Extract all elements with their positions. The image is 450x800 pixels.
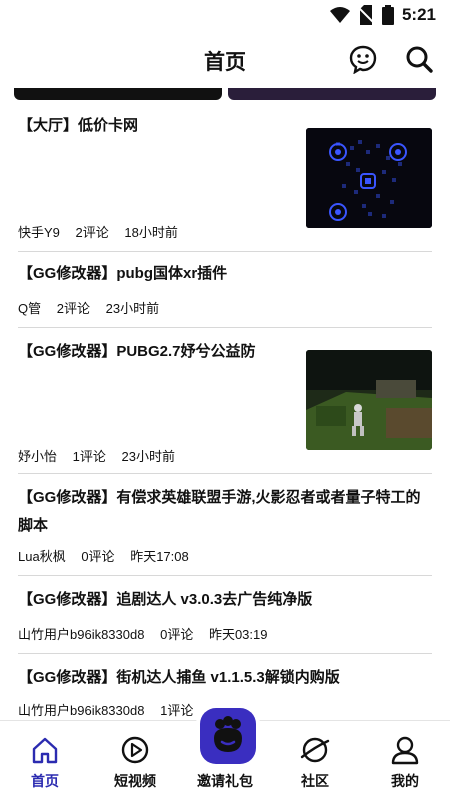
post-comments: 1评论 [72, 449, 106, 464]
status-bar: 5:21 [0, 0, 450, 32]
post-author: Q管 [18, 301, 42, 316]
planet-icon [300, 737, 330, 763]
post-time: 23小时前 [105, 301, 160, 316]
post-time: 昨天17:08 [130, 549, 189, 564]
post-time: 昨天03:19 [208, 627, 268, 642]
banner-carousel[interactable] [0, 88, 450, 102]
post-title: 【GG修改器】PUBG2.7妤兮公益防 [18, 343, 256, 360]
post-meta: 快手Y9 2评论 18小时前 [18, 222, 190, 241]
post-author: 山竹用户b96ik8330d8 [18, 627, 145, 642]
post-author: 妤小怡 [18, 449, 58, 464]
tab-label: 社区 [301, 773, 329, 789]
page-title: 首页 [204, 51, 246, 74]
post-comments: 0评论 [81, 549, 115, 564]
header: 首页 [0, 32, 450, 88]
battery-icon [381, 5, 394, 25]
tab-profile[interactable]: 我的 [360, 721, 450, 800]
status-time: 5:21 [401, 5, 436, 24]
tab-community[interactable]: 社区 [270, 721, 360, 800]
post-title: 【GG修改器】追剧达人 v3.0.3去广告纯净版 [18, 591, 313, 608]
play-icon [121, 736, 149, 764]
tab-label: 短视频 [114, 773, 156, 789]
post-item[interactable]: 【GG修改器】追剧达人 v3.0.3去广告纯净版 山竹用户b96ik8330d8… [18, 576, 432, 654]
banner-right[interactable] [228, 88, 436, 100]
post-meta: 山竹用户b96ik8330d8 0评论 昨天03:19 [18, 624, 280, 643]
post-title: 【GG修改器】街机达人捕鱼 v1.1.5.3解锁内购版 [18, 669, 340, 686]
status-icons: 5:21 [329, 5, 436, 25]
tab-home[interactable]: 首页 [0, 721, 90, 800]
wifi-icon [329, 7, 350, 23]
post-comments: 0评论 [160, 627, 194, 642]
post-author: 山竹用户b96ik8330d8 [18, 703, 145, 718]
post-thumbnail[interactable] [306, 350, 432, 450]
search-icon[interactable] [404, 44, 434, 74]
tab-label: 我的 [391, 773, 419, 789]
post-meta: Lua秋枫 0评论 昨天17:08 [18, 546, 201, 565]
post-title: 【GG修改器】pubg国体xr插件 [18, 265, 228, 282]
post-item[interactable]: 【GG修改器】PUBG2.7妤兮公益防 妤小怡 1评论 23小时前 [18, 328, 432, 474]
chat-bubble-icon[interactable] [348, 44, 378, 74]
tab-short-video[interactable]: 短视频 [90, 721, 180, 800]
post-item[interactable]: 【大厅】低价卡网 快手Y9 2评论 18小时前 [18, 112, 432, 252]
gift-icon [214, 716, 242, 752]
user-icon [391, 736, 419, 765]
no-sim-icon [357, 5, 374, 25]
post-time: 18小时前 [124, 225, 178, 240]
invite-gift-button[interactable] [200, 708, 256, 764]
tab-label: 首页 [31, 773, 59, 789]
banner-left[interactable] [14, 88, 222, 100]
post-author: 快手Y9 [18, 225, 60, 240]
post-thumbnail[interactable] [306, 128, 432, 228]
post-meta: 妤小怡 1评论 23小时前 [18, 446, 187, 465]
post-meta: 山竹用户b96ik8330d8 1评论 [18, 700, 217, 719]
post-title: 【大厅】低价卡网 [18, 117, 139, 134]
tab-label: 邀请礼包 [197, 773, 253, 789]
post-comments: 2评论 [75, 225, 109, 240]
post-time: 23小时前 [121, 449, 175, 464]
home-icon [32, 737, 58, 764]
qr-code-image [306, 128, 432, 228]
post-item[interactable]: 【GG修改器】pubg国体xr插件 Q管 2评论 23小时前 [18, 252, 432, 328]
game-screenshot-image [306, 350, 432, 450]
post-title: 【GG修改器】有偿求英雄联盟手游,火影忍者或者量子特工的脚本 [18, 489, 421, 534]
post-author: Lua秋枫 [18, 549, 66, 564]
post-comments: 1评论 [160, 703, 194, 718]
post-item[interactable]: 【GG修改器】有偿求英雄联盟手游,火影忍者或者量子特工的脚本 Lua秋枫 0评论… [18, 474, 432, 576]
post-comments: 2评论 [56, 301, 90, 316]
post-feed[interactable]: 【大厅】低价卡网 快手Y9 2评论 18小时前 【GG修改器】pubg国体xr插… [0, 102, 450, 720]
post-meta: Q管 2评论 23小时前 [18, 298, 171, 317]
